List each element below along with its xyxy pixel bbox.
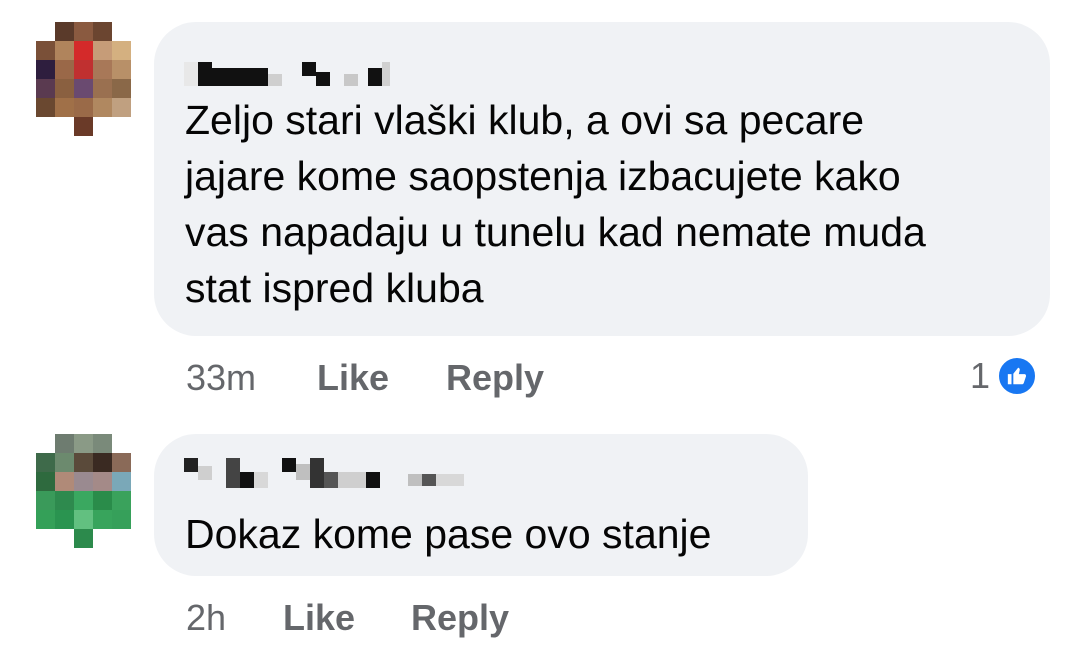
reaction-count: 1 bbox=[970, 355, 991, 396]
comment-timestamp[interactable]: 2h bbox=[186, 594, 226, 642]
like-button[interactable]: Like bbox=[317, 354, 389, 402]
comment-bubble: Zeljo stari vlaški klub, a ovi sa pecare… bbox=[154, 22, 1050, 336]
reply-button[interactable]: Reply bbox=[411, 594, 509, 642]
comment-timestamp[interactable]: 33m bbox=[186, 354, 256, 402]
comment-actions: 33m Like Reply bbox=[186, 354, 786, 402]
avatar[interactable] bbox=[36, 22, 132, 136]
comment-actions: 2h Like Reply bbox=[186, 594, 786, 642]
avatar[interactable] bbox=[36, 434, 132, 548]
reaction-summary[interactable]: 1 bbox=[970, 352, 1039, 400]
author-name[interactable] bbox=[184, 450, 474, 490]
comment-text: Dokaz kome pase ovo stanje bbox=[185, 511, 712, 557]
comment-thread: Zeljo stari vlaški klub, a ovi sa pecare… bbox=[0, 0, 1080, 658]
comment-text: Zeljo stari vlaški klub, a ovi sa pecare… bbox=[185, 97, 926, 311]
reply-button[interactable]: Reply bbox=[446, 354, 544, 402]
thumbs-up-icon bbox=[996, 355, 1039, 397]
author-name[interactable] bbox=[184, 42, 394, 86]
comment-bubble: Dokaz kome pase ovo stanje bbox=[154, 434, 808, 576]
like-button[interactable]: Like bbox=[283, 594, 355, 642]
